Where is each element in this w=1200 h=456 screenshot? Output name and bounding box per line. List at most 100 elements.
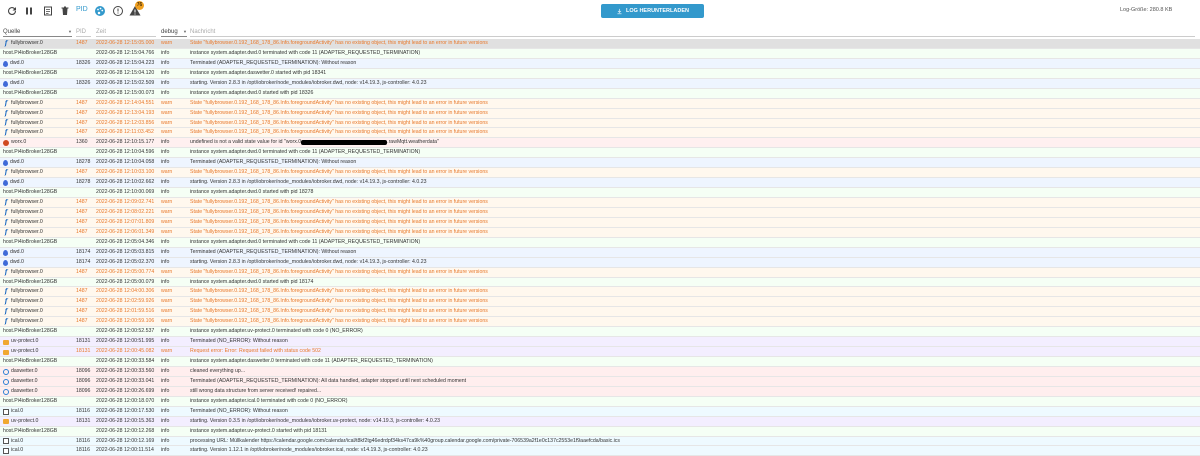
log-source-label: fullybrowser.0: [11, 199, 43, 205]
log-source-label: fullybrowser.0: [11, 288, 43, 295]
log-source-label: host.Pi4ioBroker128GB: [3, 397, 58, 404]
log-severity: info: [161, 59, 170, 66]
log-row: f fullybrowser.0 1487 2022-06-28 12:13:04.1…: [0, 108, 1200, 119]
log-message-text: State "fullybrowser.0.192_168_178_86.Inf…: [190, 199, 488, 205]
log-pid: 18278: [76, 159, 91, 166]
time-filter[interactable]: Zeit: [96, 27, 156, 37]
log-message-text: State "fullybrowser.0.192_168_178_86.Inf…: [190, 169, 488, 176]
log-row: f fullybrowser.0 1487 2022-06-28 12:10:03.1…: [0, 168, 1200, 179]
log-source: host.Pi4ioBroker128GB: [3, 278, 73, 288]
log-time: 2022-06-28 12:11:03.452: [96, 129, 154, 136]
daswetter-icon: [3, 388, 9, 395]
log-pid: 18326: [76, 59, 91, 66]
log-pid: 1487: [76, 318, 88, 325]
log-severity: warn: [161, 129, 173, 136]
severity-filter[interactable]: debug ▼: [161, 27, 187, 37]
log-pid: 1487: [76, 288, 88, 295]
log-message-text: instance system.adapter.uv-protect.0 sta…: [190, 427, 327, 434]
log-source-label: host.Pi4ioBroker128GB: [3, 278, 58, 285]
log-message: starting. Version 2.8.3 in /opt/iobroker…: [190, 178, 1195, 188]
log-source: host.Pi4ioBroker128GB: [3, 238, 73, 248]
log-row: daswetter.0 18096 2022-06-28 12:00:33.560 i…: [0, 366, 1200, 377]
log-message: instance system.adapter.uv-protect.0 sta…: [190, 427, 1195, 437]
log-severity: warn: [161, 119, 173, 126]
log-pid: 18116: [76, 447, 91, 454]
clear-display-icon[interactable]: [41, 4, 55, 18]
pid-toggle[interactable]: PID: [76, 6, 88, 13]
log-pid: 18174: [76, 258, 91, 265]
log-pid: 1487: [76, 228, 88, 235]
log-row: dwd.0 18174 2022-06-28 12:05:03.815 info Ter…: [0, 247, 1200, 258]
log-row: host.Pi4ioBroker128GB 2022-06-28 12:00:18…: [0, 396, 1200, 407]
f-icon: f: [4, 208, 8, 216]
info-icon[interactable]: [111, 4, 125, 18]
log-message: instance system.adapter.dwd.0 terminated…: [190, 148, 1195, 158]
log-message-text: starting. Version 1.12.1 in /opt/iobroke…: [190, 447, 428, 454]
message-filter[interactable]: Nachricht: [190, 27, 1195, 37]
log-pid: 1487: [76, 218, 88, 225]
log-source: f fullybrowser.0: [3, 128, 73, 138]
log-severity: info: [161, 79, 170, 86]
log-source-label: fullybrowser.0: [11, 218, 43, 225]
drop-icon: [3, 80, 8, 87]
log-source: dwd.0: [3, 59, 73, 69]
download-log-button[interactable]: LOG HERUNTERLADEN: [601, 4, 704, 18]
source-filter[interactable]: Quelle ▼: [3, 27, 72, 37]
log-pid: 1487: [76, 109, 88, 116]
log-row: f fullybrowser.0 1487 2022-06-28 12:04:00.3…: [0, 287, 1200, 298]
delete-icon[interactable]: [58, 4, 72, 18]
log-source-label: fullybrowser.0: [11, 109, 43, 116]
log-time: 2022-06-28 12:15:04.223: [96, 59, 155, 66]
log-message: Terminated (NO_ERROR): Without reason: [190, 337, 1195, 347]
log-source-label: worx.0: [11, 139, 27, 146]
log-source-label: host.Pi4ioBroker128GB: [3, 89, 58, 96]
log-time: 2022-06-28 12:00:51.995: [96, 338, 155, 345]
refresh-icon[interactable]: [5, 4, 19, 18]
log-row: dwd.0 18278 2022-06-28 12:10:02.662 info sta…: [0, 178, 1200, 189]
log-source-label: daswetter.0: [11, 367, 38, 374]
log-row: f fullybrowser.0 1487 2022-06-28 12:00:59.1…: [0, 317, 1200, 328]
log-message-text: instance system.adapter.dwd.0 started wi…: [190, 278, 314, 285]
log-severity: info: [161, 89, 170, 96]
log-row: f fullybrowser.0 1487 2022-06-28 12:02:59.9…: [0, 297, 1200, 308]
pause-icon[interactable]: [22, 4, 36, 18]
log-message: instance system.adapter.daswetter.0 term…: [190, 357, 1195, 367]
log-row: f fullybrowser.0 1487 2022-06-28 12:05:00.7…: [0, 267, 1200, 278]
log-source: dwd.0: [3, 158, 73, 168]
log-message: State "fullybrowser.0.192_168_178_86.Inf…: [190, 128, 1195, 138]
calendar-icon: [3, 438, 9, 445]
log-message: processing URL: Müllkalender https://cal…: [190, 437, 1195, 447]
log-row: f fullybrowser.0 1487 2022-06-28 12:14:04.5…: [0, 98, 1200, 109]
chevron-down-icon: ▼: [183, 29, 187, 34]
log-message: State "fullybrowser.0.192_168_178_86.Inf…: [190, 119, 1195, 129]
log-row: f fullybrowser.0 1487 2022-06-28 12:08:02.2…: [0, 207, 1200, 218]
log-pid: 1487: [76, 99, 88, 106]
log-source: host.Pi4ioBroker128GB: [3, 427, 73, 437]
log-message: instance system.adapter.uv-protect.0 ter…: [190, 327, 1195, 337]
log-message: instance system.adapter.ical.0 terminate…: [190, 397, 1195, 407]
log-source-label: dwd.0: [10, 258, 24, 265]
log-message: State "fullybrowser.0.192_168_178_86.Inf…: [190, 99, 1195, 109]
f-icon: f: [4, 129, 8, 137]
log-pid: 1487: [76, 129, 88, 136]
f-icon: f: [4, 169, 8, 177]
log-time: 2022-06-28 12:06:01.349: [96, 228, 155, 235]
log-source: f fullybrowser.0: [3, 307, 73, 317]
f-icon: f: [4, 318, 8, 326]
log-time: 2022-06-28 12:00:33.041: [96, 377, 155, 384]
log-severity: warn: [161, 40, 173, 46]
log-message-text: instance system.adapter.dwd.0 started wi…: [190, 189, 314, 196]
log-message-text: State "fullybrowser.0.192_168_178_86.Inf…: [190, 298, 488, 305]
log-source: dwd.0: [3, 258, 73, 268]
log-source: host.Pi4ioBroker128GB: [3, 327, 73, 337]
log-message: State "fullybrowser.0.192_168_178_86.Inf…: [190, 297, 1195, 307]
log-row: uv-protect.0 18131 2022-06-28 12:00:45.082…: [0, 347, 1200, 357]
log-row: f fullybrowser.0 1487 2022-06-28 12:12:03.8…: [0, 118, 1200, 129]
palette-icon[interactable]: [93, 4, 107, 18]
log-row: ical.0 18116 2022-06-28 12:00:17.530 info Te…: [0, 406, 1200, 417]
pid-column-label: PID: [76, 28, 87, 35]
log-pid: 1360: [76, 139, 88, 146]
log-source-label: fullybrowser.0: [11, 208, 43, 215]
log-message-text: State "fullybrowser.0.192_168_178_86.Inf…: [190, 318, 488, 325]
log-source: worx.0: [3, 138, 73, 148]
